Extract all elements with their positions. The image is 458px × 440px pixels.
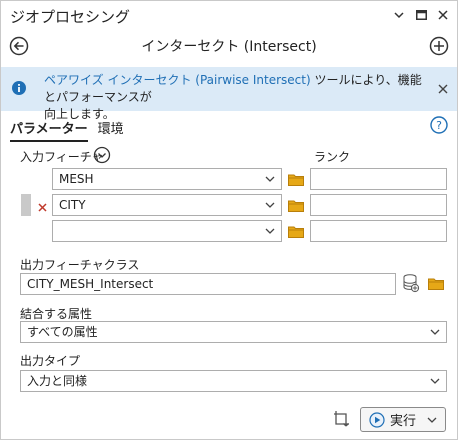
banner-close-button[interactable] (438, 83, 448, 97)
add-button[interactable] (429, 36, 449, 56)
chevron-down-icon (265, 228, 275, 234)
output-type-label: 出力タイプ (20, 354, 81, 368)
run-dropdown[interactable] (427, 417, 437, 423)
chevron-down-icon (265, 202, 275, 208)
output-feature-class-label: 出力フィーチャクラス (20, 258, 140, 272)
remove-icon (38, 203, 47, 212)
folder-icon (288, 226, 304, 238)
play-icon (369, 411, 385, 428)
close-icon[interactable] (436, 8, 450, 22)
svg-text:?: ? (436, 119, 442, 132)
browse-button[interactable] (288, 199, 304, 215)
help-button[interactable]: ? (430, 116, 448, 137)
chevron-down-icon (430, 378, 440, 384)
plus-icon (429, 36, 449, 56)
banner-message: ペアワイズ インターセクト (Pairwise Intersect) ツールによ… (44, 72, 424, 123)
database-button[interactable] (402, 273, 420, 296)
tab-parameters[interactable]: パラメーター (10, 118, 88, 142)
maximize-icon[interactable] (414, 8, 428, 22)
rank-label: ランク (314, 150, 351, 164)
remove-row-button[interactable] (38, 201, 47, 215)
chevron-down-icon (430, 329, 440, 335)
batch-icon (334, 411, 349, 427)
drag-handle[interactable] (21, 194, 31, 216)
batch-button[interactable] (333, 410, 351, 431)
browse-button[interactable] (288, 225, 304, 241)
chevron-circle-icon (93, 146, 111, 164)
input-feature-select[interactable] (52, 220, 282, 242)
folder-icon (428, 278, 444, 290)
window-controls (392, 8, 450, 22)
browse-button[interactable] (428, 277, 444, 293)
input-feature-select[interactable]: CITY (52, 194, 282, 216)
input-feature-value: CITY (59, 198, 86, 212)
chevron-down-icon (427, 417, 437, 423)
browse-button[interactable] (288, 173, 304, 189)
output-feature-class-input[interactable]: CITY_MESH_Intersect (20, 273, 396, 295)
input-feature-select[interactable]: MESH (52, 168, 282, 190)
rank-input[interactable] (310, 194, 447, 216)
run-button[interactable]: 実行 (360, 407, 446, 432)
pane-title: ジオプロセシング (10, 8, 131, 26)
output-feature-class-value: CITY_MESH_Intersect (27, 277, 154, 291)
pairwise-intersect-link[interactable]: ペアワイズ インターセクト (Pairwise Intersect) (44, 73, 311, 87)
tab-environments[interactable]: 環境 (98, 118, 124, 140)
output-type-select[interactable]: 入力と同様 (20, 370, 447, 392)
output-type-value: 入力と同様 (27, 374, 88, 388)
rank-input[interactable] (310, 168, 447, 190)
chevron-down-icon[interactable] (392, 8, 406, 22)
help-icon: ? (430, 116, 448, 134)
database-icon (403, 274, 420, 293)
input-feature-value: MESH (59, 172, 94, 186)
chevron-down-icon (265, 176, 275, 182)
join-attributes-label: 結合する属性 (20, 307, 93, 321)
input-features-toggle[interactable] (93, 146, 111, 167)
info-icon (12, 81, 26, 98)
tool-title: インターセクト (Intersect) (141, 39, 317, 55)
join-attributes-value: すべての属性 (27, 325, 98, 339)
close-icon (438, 84, 448, 94)
join-attributes-select[interactable]: すべての属性 (20, 321, 447, 343)
tab-bar: パラメーター 環境 (10, 118, 134, 142)
folder-icon (288, 200, 304, 212)
folder-icon (288, 174, 304, 186)
run-button-label: 実行 (390, 414, 417, 429)
rank-input[interactable] (310, 220, 447, 242)
input-features-label: 入力フィーチャ (20, 150, 104, 164)
